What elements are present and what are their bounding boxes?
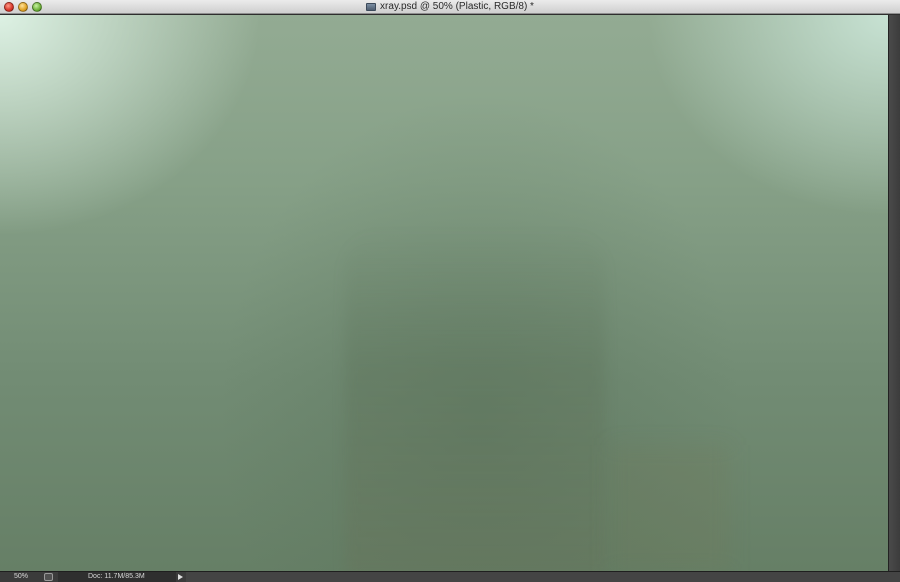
photoshop-document-window: xray.psd @ 50% (Plastic, RGB/8) * 50% Do… <box>0 0 900 582</box>
document-size-info[interactable]: Doc: 11.7M/85.3M <box>58 572 176 582</box>
title-bar[interactable]: xray.psd @ 50% (Plastic, RGB/8) * <box>0 0 900 14</box>
document-canvas[interactable] <box>0 15 888 571</box>
status-menu-icon[interactable] <box>44 573 53 581</box>
status-bar: 50% Doc: 11.7M/85.3M <box>0 571 900 582</box>
play-arrow-icon[interactable] <box>178 574 183 580</box>
canvas-image-shape-secondary <box>610 445 730 571</box>
zoom-level-field[interactable]: 50% <box>0 572 40 582</box>
horizontal-scrollbar[interactable] <box>186 572 900 582</box>
psd-document-icon <box>366 3 377 11</box>
canvas-image-shape <box>345 230 605 571</box>
window-title: xray.psd @ 50% (Plastic, RGB/8) * <box>380 1 534 12</box>
vertical-scrollbar[interactable] <box>888 15 900 571</box>
window-title-group: xray.psd @ 50% (Plastic, RGB/8) * <box>0 0 900 14</box>
